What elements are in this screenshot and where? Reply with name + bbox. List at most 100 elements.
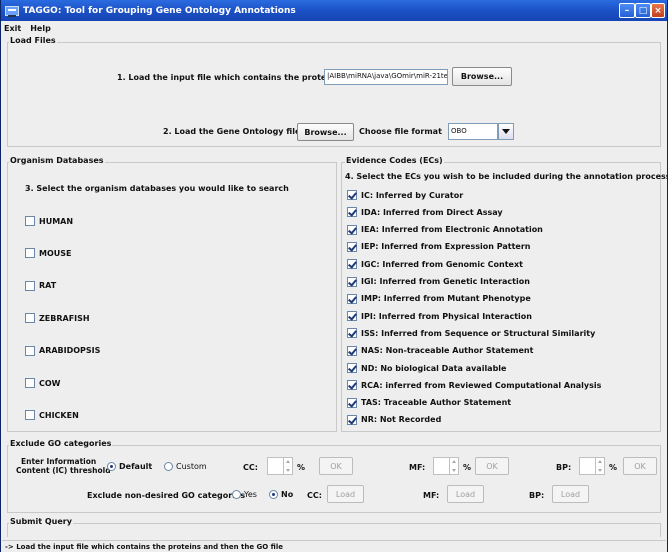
checkbox-icon[interactable] xyxy=(347,397,357,408)
bp-spinner[interactable] xyxy=(579,457,605,475)
mf-ok-button[interactable]: OK xyxy=(475,457,509,475)
evidence-code-label: RCA: inferred from Reviewed Computationa… xyxy=(361,380,602,390)
custom-radio[interactable]: Custom xyxy=(164,462,207,471)
format-label: Choose file format xyxy=(359,127,442,136)
evidence-code-checkbox[interactable]: TAS: Traceable Author Statement xyxy=(347,397,512,408)
organism-checkbox[interactable]: MOUSE xyxy=(25,248,72,259)
organism-checkbox[interactable]: ZEBRAFISH xyxy=(25,313,90,324)
evidence-title: Evidence Codes (ECs) xyxy=(345,156,444,165)
checkbox-icon[interactable] xyxy=(347,207,357,218)
minimize-button[interactable]: – xyxy=(619,3,635,18)
window-title: TAGGO: Tool for Grouping Gene Ontology A… xyxy=(23,5,296,16)
evidence-code-checkbox[interactable]: IGC: Inferred from Genomic Context xyxy=(347,259,523,270)
radio-no-icon xyxy=(269,490,278,499)
ic-threshold-label-2: Content (IC) threshold xyxy=(16,466,111,475)
evidence-code-label: IEP: Inferred from Expression Pattern xyxy=(361,242,531,252)
evidence-code-checkbox[interactable]: IGI: Inferred from Genetic Interaction xyxy=(347,276,530,287)
ic-threshold-label-1: Enter Information xyxy=(21,457,97,466)
checkbox-icon[interactable] xyxy=(347,293,357,304)
checkbox-icon[interactable] xyxy=(347,259,357,270)
organism-panel xyxy=(7,162,337,432)
evidence-code-label: IGI: Inferred from Genetic Interaction xyxy=(361,277,530,286)
spinner-arrows-icon[interactable] xyxy=(283,458,292,474)
checkbox-icon[interactable] xyxy=(347,363,357,373)
checkbox-icon[interactable] xyxy=(347,414,357,425)
evidence-code-label: IDA: Inferred from Direct Assay xyxy=(361,207,503,217)
evidence-code-label: IC: Inferred by Curator xyxy=(361,190,464,200)
organism-label: MOUSE xyxy=(39,248,72,258)
maximize-button[interactable]: □ xyxy=(635,3,651,18)
format-select[interactable]: OBO xyxy=(448,123,498,140)
evidence-code-checkbox[interactable]: NAS: Non-traceable Author Statement xyxy=(347,345,533,356)
menu-exit[interactable]: Exit xyxy=(4,24,21,33)
spinner-arrows-icon[interactable] xyxy=(595,458,604,474)
evidence-code-checkbox[interactable]: NR: Not Recorded xyxy=(347,414,441,425)
organism-checkbox[interactable]: CHICKEN xyxy=(25,410,79,421)
organism-instruction: 3. Select the organism databases you wou… xyxy=(25,184,289,193)
evidence-code-label: TAS: Traceable Author Statement xyxy=(361,398,512,408)
status-bar: -> Load the input file which contains th… xyxy=(2,540,666,552)
evidence-code-checkbox[interactable]: RCA: inferred from Reviewed Computationa… xyxy=(347,380,602,391)
browse-go-button[interactable]: Browse... xyxy=(297,123,354,141)
checkbox-icon[interactable] xyxy=(25,248,35,259)
title-bar: TAGGO: Tool for Grouping Gene Ontology A… xyxy=(1,0,667,21)
checkbox-icon[interactable] xyxy=(347,276,357,287)
bp-ok-button[interactable]: OK xyxy=(623,457,657,475)
cc-load-label: CC: xyxy=(307,491,322,500)
organism-checkbox[interactable]: COW xyxy=(25,378,61,388)
app-icon xyxy=(5,5,19,17)
evidence-code-label: IEA: Inferred from Electronic Annotation xyxy=(361,225,543,235)
evidence-code-checkbox[interactable]: IPI: Inferred from Physical Interaction xyxy=(347,311,532,322)
checkbox-icon[interactable] xyxy=(347,311,357,322)
evidence-code-checkbox[interactable]: IEA: Inferred from Electronic Annotation xyxy=(347,224,543,235)
input-file-path-field[interactable]: |AIBB\miRNA\java\GOmir\miR-21temp.txt xyxy=(324,69,448,85)
organism-label: ZEBRAFISH xyxy=(39,313,90,323)
bp-load-button[interactable]: Load xyxy=(552,485,589,503)
yes-radio[interactable]: Yes xyxy=(232,490,257,499)
evidence-code-checkbox[interactable]: ISS: Inferred from Sequence or Structura… xyxy=(347,328,595,339)
organism-checkbox[interactable]: RAT xyxy=(25,280,57,291)
organism-label: RAT xyxy=(39,281,57,291)
organism-checkbox[interactable]: HUMAN xyxy=(25,216,73,226)
mf-load-button[interactable]: Load xyxy=(447,485,484,503)
checkbox-icon[interactable] xyxy=(347,241,357,252)
evidence-instruction: 4. Select the ECs you wish to be include… xyxy=(345,172,668,181)
menu-help[interactable]: Help xyxy=(30,24,51,33)
checkbox-icon[interactable] xyxy=(25,410,35,421)
checkbox-icon[interactable] xyxy=(25,313,35,324)
default-radio[interactable]: Default xyxy=(107,462,152,471)
organism-checkbox[interactable]: ARABIDOPSIS xyxy=(25,345,100,356)
format-dropdown-arrow[interactable] xyxy=(498,123,514,140)
browse-input-button[interactable]: Browse... xyxy=(452,67,512,86)
evidence-code-checkbox[interactable]: IEP: Inferred from Expression Pattern xyxy=(347,241,531,252)
checkbox-icon[interactable] xyxy=(25,378,35,388)
no-radio[interactable]: No xyxy=(269,490,293,499)
checkbox-icon[interactable] xyxy=(25,216,35,226)
checkbox-icon[interactable] xyxy=(347,345,357,356)
chevron-down-icon xyxy=(502,129,510,134)
input-file-label: 1. Load the input file which contains th… xyxy=(117,73,340,82)
evidence-code-checkbox[interactable]: ND: No biological Data available xyxy=(347,363,506,373)
checkbox-icon[interactable] xyxy=(347,224,357,235)
cc-ok-button[interactable]: OK xyxy=(319,457,353,475)
evidence-code-checkbox[interactable]: IMP: Inferred from Mutant Phenotype xyxy=(347,293,531,304)
cc-spinner[interactable] xyxy=(267,457,293,475)
organism-label: COW xyxy=(39,378,61,388)
evidence-code-checkbox[interactable]: IC: Inferred by Curator xyxy=(347,190,463,200)
checkbox-icon[interactable] xyxy=(347,190,357,200)
spinner-arrows-icon[interactable] xyxy=(449,458,458,474)
close-button[interactable]: × xyxy=(651,3,665,18)
checkbox-icon[interactable] xyxy=(347,328,357,339)
checkbox-icon[interactable] xyxy=(25,345,35,356)
exclude-title: Exclude GO categories xyxy=(9,439,113,448)
go-file-label: 2. Load the Gene Ontology file xyxy=(163,127,301,136)
cc-load-button[interactable]: Load xyxy=(327,485,364,503)
organism-title: Organism Databases xyxy=(9,156,105,165)
main-window: TAGGO: Tool for Grouping Gene Ontology A… xyxy=(0,0,668,552)
checkbox-icon[interactable] xyxy=(25,280,35,291)
organism-label: CHICKEN xyxy=(39,410,79,420)
radio-yes-icon xyxy=(232,490,241,499)
mf-spinner[interactable] xyxy=(433,457,459,475)
evidence-code-checkbox[interactable]: IDA: Inferred from Direct Assay xyxy=(347,207,503,218)
checkbox-icon[interactable] xyxy=(347,380,357,391)
